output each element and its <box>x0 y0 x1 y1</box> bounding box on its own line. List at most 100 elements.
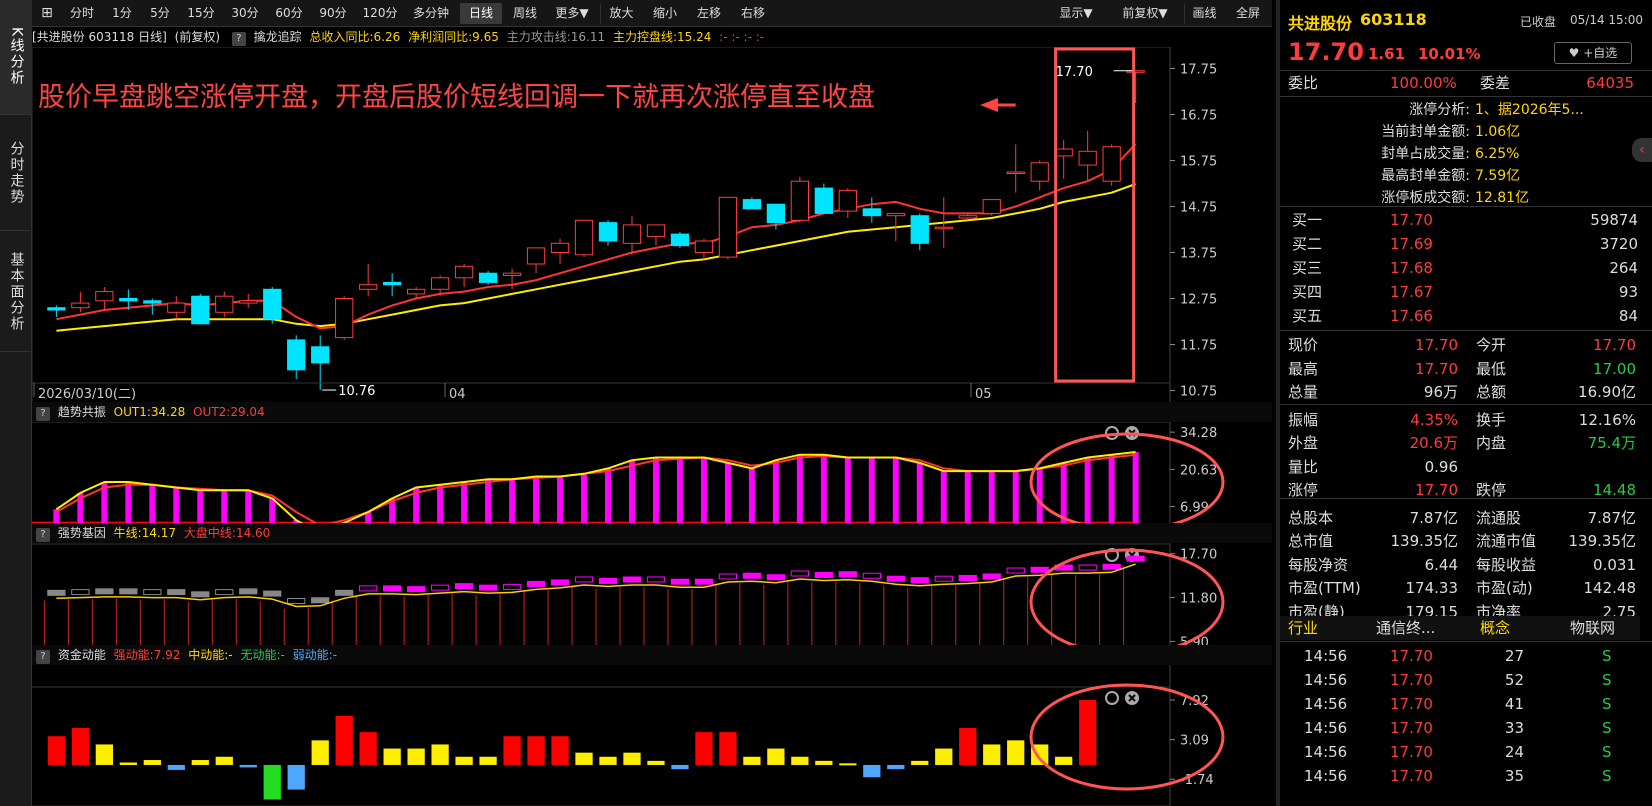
p1-bar <box>245 490 252 526</box>
tick-row: 14:56 17.70 41 S <box>1304 695 1612 713</box>
p1-out1: OUT1:34.28 <box>113 405 186 419</box>
tb-more[interactable]: 更多▼ <box>548 3 596 24</box>
add-favorite-button[interactable]: ♥ +自选 <box>1554 42 1632 64</box>
p3-bar <box>1079 699 1097 765</box>
p3-help-icon[interactable]: ? <box>36 650 50 664</box>
candle <box>359 264 378 297</box>
p3-bar <box>239 764 257 768</box>
candle <box>287 335 306 379</box>
p1-title: 趋势共振 <box>57 405 106 419</box>
tb-weekly[interactable]: 周线 <box>504 3 546 24</box>
tb-display[interactable]: 显示▼ <box>1048 3 1104 24</box>
tb-draw[interactable]: 画线 <box>1184 3 1224 24</box>
p2-mark <box>71 589 90 596</box>
chart-svg[interactable]: 17.75 16.75 15.75 14.75 13.75 12.75 11.75 10.75… <box>32 47 1272 806</box>
p2-mark <box>239 588 258 595</box>
y-tick-label: 16.75 <box>1180 109 1217 124</box>
p3-l4: 弱动能:- <box>292 648 338 662</box>
stat-row: 总量 96万 总额 16.90亿 <box>1288 383 1636 401</box>
tb-1min[interactable]: 1分 <box>104 3 140 24</box>
collapse-arrow-icon[interactable]: ‹ <box>1632 138 1652 162</box>
tb-fenshi[interactable]: 分时 <box>62 3 102 24</box>
y-tick-label: 14.75 <box>1180 201 1217 216</box>
candle <box>1054 139 1073 179</box>
stock-code: 603118 <box>1360 10 1427 29</box>
p3-bar <box>551 736 569 765</box>
p3-bar <box>527 736 545 765</box>
nav-intraday[interactable]: 分时走势 <box>0 116 32 231</box>
tb-right[interactable]: 右移 <box>732 3 774 24</box>
p3-header: ? 资金动能 强动能:7.92 中动能:- 无动能:- 弱动能:- <box>32 645 1272 665</box>
p1-help-icon[interactable]: ? <box>36 407 50 421</box>
tb-60min[interactable]: 60分 <box>268 3 310 24</box>
indicator-name: 擒龙追踪 <box>253 30 302 44</box>
tb-90min[interactable]: 90分 <box>312 3 354 24</box>
p2-mark <box>574 576 594 583</box>
p1-bar <box>581 473 588 526</box>
tb-fullscreen[interactable]: 全屏 <box>1228 3 1268 24</box>
p3-bar <box>743 756 761 765</box>
y-tick-label: 6.99 <box>1180 501 1209 516</box>
p2-mark <box>478 584 498 591</box>
tb-5min[interactable]: 5分 <box>142 3 178 24</box>
high-label: 17.70 <box>1056 65 1093 80</box>
p2-mark <box>47 589 66 596</box>
p3-bar <box>575 752 593 765</box>
p1-bar <box>796 454 803 526</box>
p1-bar <box>221 490 228 526</box>
p3-bar <box>671 764 689 770</box>
nav-kline[interactable]: K线分析 <box>0 0 32 115</box>
p2-mark <box>1006 567 1025 574</box>
tb-zoomout[interactable]: 缩小 <box>644 3 686 24</box>
candle <box>574 219 594 258</box>
tb-30min[interactable]: 30分 <box>224 3 266 24</box>
settings-gear-icon <box>1105 691 1119 705</box>
limit-row: 涨停分析: 1、据2026年5... <box>1409 102 1584 118</box>
p1-bar <box>940 471 947 526</box>
p2-mark <box>982 573 1001 580</box>
weibi-row: 委比 100.00% 委差 64035 <box>1288 74 1634 92</box>
p2-mark <box>502 583 522 590</box>
concept-value[interactable]: 物联网 <box>1570 616 1615 640</box>
candle <box>239 293 258 308</box>
p3-bar <box>647 760 665 765</box>
tb-adjust[interactable]: 前复权▼ <box>1110 3 1180 24</box>
candle <box>982 199 1001 216</box>
p1-bar <box>605 468 611 526</box>
candle <box>526 247 546 274</box>
limit-row: 封单占成交量: 6.25% <box>1381 146 1520 162</box>
p1-bar <box>652 457 659 526</box>
p1-bar <box>509 479 516 526</box>
tb-daily[interactable]: 日线 <box>460 3 502 24</box>
tb-15min[interactable]: 15分 <box>180 3 222 24</box>
p3-bar <box>191 760 209 765</box>
p3-bar <box>839 763 857 766</box>
limit-row: 当前封单金额: 1.06亿 <box>1381 124 1521 140</box>
p3-l1: 强动能:7.92 <box>113 648 181 662</box>
tb-120min[interactable]: 120分 <box>356 3 404 24</box>
p2-mark <box>1126 555 1145 562</box>
industry-value[interactable]: 通信终... <box>1376 616 1435 640</box>
candle <box>598 220 618 246</box>
bid-row: 买一 17.70 59874 <box>1292 211 1638 229</box>
tick-row: 14:56 17.70 52 S <box>1304 671 1612 689</box>
candle <box>1102 144 1121 186</box>
p2-mark <box>646 576 666 583</box>
help-icon[interactable]: ? <box>231 32 246 46</box>
p3-title: 资金动能 <box>57 648 106 662</box>
quote-time: 05/14 15:00 <box>1570 13 1643 27</box>
candle <box>814 183 833 214</box>
last-price: 17.70 <box>1288 38 1364 66</box>
tb-multimin[interactable]: 多分钟 <box>406 3 456 24</box>
nav-fundamental[interactable]: 基本面分析 <box>0 232 32 352</box>
p2-mark <box>934 575 953 582</box>
ind-empty: :- :- :- :- <box>719 30 765 44</box>
stat-row: 总股本 7.87亿 流通股 7.87亿 <box>1288 508 1636 527</box>
tb-zoomin[interactable]: 放大 <box>600 3 642 24</box>
stat-row: 市盈(TTM) 174.33 市盈(动) 142.48 <box>1288 579 1636 597</box>
candle <box>1126 70 1145 103</box>
p2-help-icon[interactable]: ? <box>36 528 50 542</box>
grid-icon[interactable]: ⊞ <box>36 3 58 24</box>
tb-left[interactable]: 左移 <box>688 3 730 24</box>
candle <box>910 213 929 251</box>
